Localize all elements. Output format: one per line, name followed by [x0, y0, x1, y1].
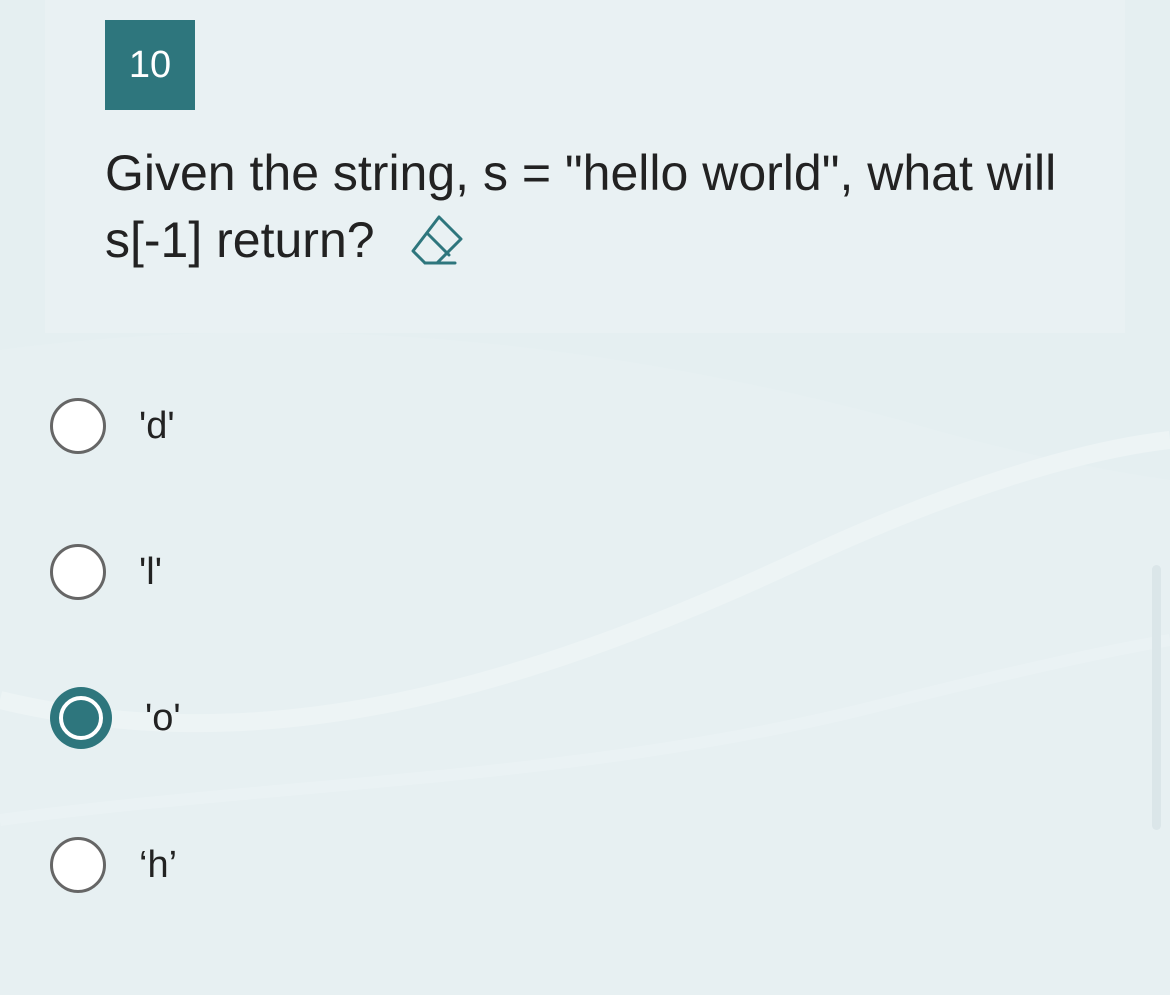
option-label: 'l': [139, 550, 162, 593]
radio-button[interactable]: [50, 544, 106, 600]
radio-button[interactable]: [50, 398, 106, 454]
answer-option-4[interactable]: ‘h’: [50, 834, 177, 896]
question-number-badge: 10: [105, 20, 195, 110]
question-text-block: Given the string, s = "hello world", wha…: [105, 140, 1065, 274]
eraser-icon[interactable]: [403, 211, 465, 273]
answer-option-2[interactable]: 'l': [50, 541, 162, 603]
option-label: 'o': [145, 696, 181, 739]
answer-option-3[interactable]: 'o': [50, 687, 181, 749]
scrollbar[interactable]: [1152, 565, 1161, 830]
radio-selected-ring: [59, 696, 103, 740]
option-label: ‘h’: [139, 843, 178, 886]
radio-button[interactable]: [50, 837, 106, 893]
question-text: Given the string, s = "hello world", wha…: [105, 145, 1057, 268]
answer-option-1[interactable]: 'd': [50, 395, 175, 457]
option-label: 'd': [139, 404, 175, 447]
radio-button-selected[interactable]: [50, 687, 112, 749]
